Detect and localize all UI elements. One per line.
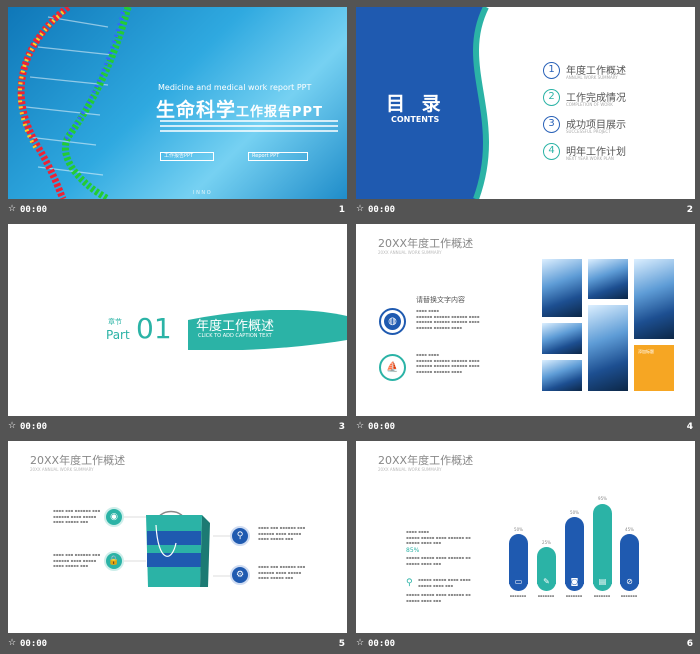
bar-caption: ▪▪▪▪▪▪▪	[537, 594, 555, 598]
slide-subheading: 20XX ANNUAL WORK SUMMARY	[378, 467, 442, 472]
text-block-1: ▪▪▪▪ ▪▪▪▪ ▪▪▪▪▪ ▪▪▪▪▪ ▪▪▪▪ ▪▪▪▪▪▪ ▪▪ ▪▪▪▪▪…	[406, 529, 471, 545]
bar-caption: ▪▪▪▪▪▪▪	[509, 594, 527, 598]
toc-number: 2	[543, 89, 560, 106]
star-icon: ☆	[356, 421, 365, 431]
slide-thumbnail-1[interactable]: Medicine and medical work report PPT 生命科…	[8, 7, 347, 199]
bar-caption: ▪▪▪▪▪▪▪	[620, 594, 638, 598]
bar-value-5: 45%	[625, 527, 634, 532]
edit-icon: ✎	[537, 572, 556, 591]
slide-meta-6: ☆ 00:00 6	[356, 636, 695, 654]
slide-thumbnail-5[interactable]: 20XX年度工作概述 20XX ANNUAL WORK SUMMARY ▪▪▪▪…	[8, 441, 347, 633]
slide-meta-4: ☆ 00:00 4	[356, 419, 695, 437]
text-block-3: ▪▪▪▪▪ ▪▪▪▪▪ ▪▪▪▪ ▪▪▪▪ ▪▪▪▪▪ ▪▪▪▪ ▪▪▪	[418, 577, 471, 588]
toc-number: 1	[543, 62, 560, 79]
callout-text: 添加标题	[638, 349, 654, 354]
slide-meta-1: ☆ 00:00 1	[8, 202, 347, 220]
slide1-button-2: Report PPT	[248, 152, 308, 161]
text-block-right-2: ▪▪▪▪ ▪▪▪ ▪▪▪▪▪▪ ▪▪▪ ▪▪▪▪▪▪ ▪▪▪▪ ▪▪▪▪▪ ▪▪▪▪…	[258, 564, 306, 580]
slide-timing: 00:00	[20, 639, 48, 649]
slide-subheading: 20XX ANNUAL WORK SUMMARY	[378, 250, 442, 255]
slide-heading: 20XX年度工作概述	[378, 454, 474, 467]
text-block-4: ▪▪▪▪▪ ▪▪▪▪▪ ▪▪▪▪ ▪▪▪▪▪▪ ▪▪ ▪▪▪▪▪ ▪▪▪▪ ▪▪▪	[406, 592, 471, 603]
chapter-label: 章节	[108, 318, 122, 326]
text-block-right-1: ▪▪▪▪ ▪▪▪ ▪▪▪▪▪▪ ▪▪▪ ▪▪▪▪▪▪ ▪▪▪▪ ▪▪▪▪▪ ▪▪▪▪…	[258, 525, 306, 541]
key-icon: ⚲	[230, 526, 250, 546]
title-suffix: 工作报告PPT	[236, 105, 323, 120]
camera-icon: ◙	[565, 572, 584, 591]
bar-caption: ▪▪▪▪▪▪▪	[593, 594, 611, 598]
eye-icon: ◉	[104, 507, 124, 527]
building-photo	[588, 259, 628, 299]
contents-title: 目 录	[386, 93, 446, 115]
slide-sorter: Medicine and medical work report PPT 生命科…	[0, 0, 700, 649]
placeholder-text-lines	[160, 120, 338, 138]
stat-percent: 85%	[406, 547, 420, 554]
slide-timing: 00:00	[20, 205, 48, 215]
slide-meta-5: ☆ 00:00 5	[8, 636, 347, 654]
bar-value-2: 25%	[542, 540, 551, 545]
slide-thumbnail-4[interactable]: 20XX年度工作概述 20XX ANNUAL WORK SUMMARY 请替换文…	[356, 224, 695, 416]
bar-value-3: 50%	[570, 510, 579, 515]
orange-callout: 添加标题	[634, 345, 674, 391]
monitor-icon: ▭	[509, 572, 528, 591]
toc-sub: ANNUAL WORK SUMMARY	[566, 75, 618, 80]
building-photo	[542, 360, 582, 391]
star-icon: ☆	[356, 204, 365, 214]
toc-sub: NEXT YEAR WORK PLAN	[566, 156, 614, 161]
slide1-button-1: 工作报告PPT	[160, 152, 214, 161]
toc-sub: SUCCESSFUL PROJECT	[566, 129, 611, 134]
toc-number: 4	[543, 143, 560, 160]
gear-icon: ⚙	[230, 565, 250, 585]
slide1-chinese-title: 生命科学工作报告PPT	[156, 95, 323, 122]
lock-icon: 🔒	[104, 551, 124, 571]
section-caption: CLICK TO ADD CAPTION TEXT	[198, 333, 272, 339]
part-number: 01	[136, 312, 172, 345]
slide-number: 5	[338, 639, 345, 649]
lead-text: 请替换文字内容	[416, 296, 465, 304]
toc-sub: COMPLETION OF WORK	[566, 102, 613, 107]
bar-value-1: 50%	[514, 527, 523, 532]
book-icon: ▤	[593, 572, 612, 591]
globe-icon: ◍	[379, 308, 406, 335]
slide-meta-2: ☆ 00:00 2	[356, 202, 695, 220]
star-icon: ☆	[8, 421, 17, 431]
text-block-2: ▪▪▪▪▪ ▪▪▪▪▪ ▪▪▪▪ ▪▪▪▪▪▪ ▪▪ ▪▪▪▪▪ ▪▪▪▪ ▪▪▪	[406, 555, 471, 566]
slide-thumbnail-3[interactable]: 章节 Part 01 年度工作概述 CLICK TO ADD CAPTION T…	[8, 224, 347, 416]
search-icon: ⚲	[406, 578, 413, 588]
slide-timing: 00:00	[20, 422, 48, 432]
slide1-footer: I N N O	[193, 190, 211, 196]
dna-helix-image	[17, 7, 132, 199]
section-title: 年度工作概述	[196, 319, 275, 334]
text-block-2: ▪▪▪▪ ▪▪▪▪ ▪▪▪▪▪▪ ▪▪▪▪▪▪ ▪▪▪▪▪▪ ▪▪▪▪ ▪▪▪▪▪▪…	[416, 352, 480, 374]
wave-shape	[446, 7, 489, 199]
contents-subtitle: CONTENTS	[391, 115, 440, 124]
slide-timing: 00:00	[368, 422, 396, 432]
tag-icon: ⊘	[620, 572, 639, 591]
sailboat-icon: ⛵	[379, 354, 406, 381]
slide-number: 4	[686, 422, 693, 432]
slide-heading: 20XX年度工作概述	[378, 237, 474, 250]
slide-number: 3	[338, 422, 345, 432]
bar-value-4: 95%	[598, 496, 607, 501]
part-label: Part	[106, 328, 130, 342]
slide-timing: 00:00	[368, 205, 396, 215]
title-main: 生命科学	[156, 99, 237, 121]
building-photo	[542, 323, 582, 354]
star-icon: ☆	[8, 204, 17, 214]
slide1-english-title: Medicine and medical work report PPT	[158, 83, 312, 92]
text-block-1: ▪▪▪▪ ▪▪▪▪ ▪▪▪▪▪▪ ▪▪▪▪▪▪ ▪▪▪▪▪▪ ▪▪▪▪ ▪▪▪▪▪▪…	[416, 308, 480, 330]
slide-meta-3: ☆ 00:00 3	[8, 419, 347, 437]
building-photo	[634, 259, 674, 339]
slide-timing: 00:00	[368, 639, 396, 649]
slide-number: 1	[338, 205, 345, 215]
building-photo	[542, 259, 582, 317]
slide-number: 2	[686, 205, 693, 215]
slide-thumbnail-2[interactable]: 目 录 CONTENTS 1 年度工作概述 ANNUAL WORK SUMMAR…	[356, 7, 695, 199]
shopping-bag-image	[146, 510, 210, 587]
slide-number: 6	[686, 639, 693, 649]
toc-number: 3	[543, 116, 560, 133]
bar-caption: ▪▪▪▪▪▪▪	[565, 594, 583, 598]
building-photo	[588, 305, 628, 391]
slide-thumbnail-6[interactable]: 20XX年度工作概述 20XX ANNUAL WORK SUMMARY ▪▪▪▪…	[356, 441, 695, 633]
